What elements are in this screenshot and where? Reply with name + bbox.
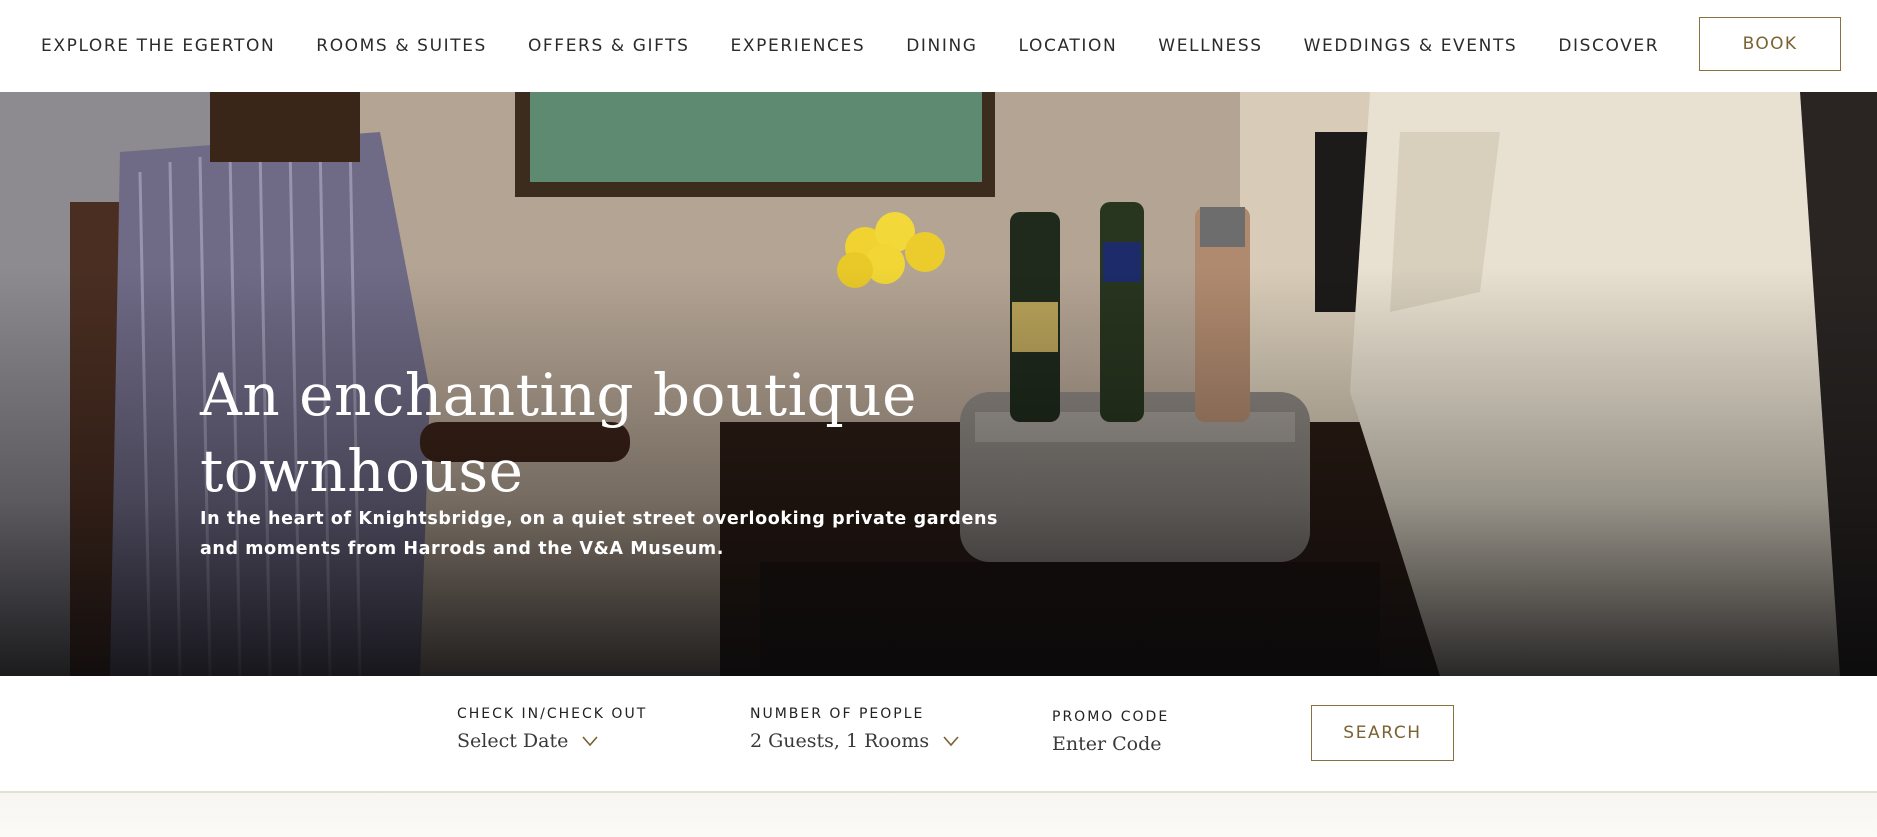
hero-banner: An enchanting boutique townhouse In the … [0, 92, 1877, 676]
chevron-down-icon[interactable] [582, 735, 598, 747]
checkin-checkout-label: CHECK IN/CHECK OUT [457, 706, 648, 722]
nav-item-dining[interactable]: DINING [906, 36, 977, 56]
nav-item-wellness[interactable]: WELLNESS [1158, 36, 1262, 56]
booking-bar: CHECK IN/CHECK OUT Select Date NUMBER OF… [0, 676, 1877, 793]
nav-item-offers-gifts[interactable]: OFFERS & GIFTS [528, 36, 690, 56]
nav-menu: EXPLORE THE EGERTON ROOMS & SUITES OFFER… [41, 36, 1700, 56]
checkin-checkout-value: Select Date [457, 730, 569, 752]
promo-code-label: PROMO CODE [1052, 709, 1170, 725]
hero-subtitle: In the heart of Knightsbridge, on a quie… [200, 509, 999, 559]
hero-title: An enchanting boutique townhouse [200, 361, 917, 505]
nav-item-experiences[interactable]: EXPERIENCES [731, 36, 866, 56]
main-navigation: EXPLORE THE EGERTON ROOMS & SUITES OFFER… [0, 0, 1877, 92]
number-of-people-value: 2 Guests, 1 Rooms [750, 730, 930, 752]
book-button[interactable]: BOOK [1699, 17, 1841, 71]
checkin-checkout-field[interactable]: CHECK IN/CHECK OUT Select Date [457, 706, 647, 752]
nav-item-location[interactable]: LOCATION [1019, 36, 1118, 56]
next-section-preview [0, 793, 1877, 837]
nav-item-weddings-events[interactable]: WEDDINGS & EVENTS [1304, 36, 1518, 56]
number-of-people-label: NUMBER OF PEOPLE [750, 706, 925, 722]
chevron-down-icon[interactable] [943, 735, 959, 747]
search-button[interactable]: SEARCH [1311, 705, 1454, 761]
nav-item-discover[interactable]: DISCOVER [1558, 36, 1659, 56]
number-of-people-select[interactable]: 2 Guests, 1 Rooms [750, 730, 959, 752]
nav-item-rooms-suites[interactable]: ROOMS & SUITES [316, 36, 487, 56]
checkin-checkout-select[interactable]: Select Date [457, 730, 647, 752]
number-of-people-field[interactable]: NUMBER OF PEOPLE 2 Guests, 1 Rooms [750, 706, 959, 752]
nav-item-explore[interactable]: EXPLORE THE EGERTON [41, 36, 275, 56]
promo-code-field[interactable]: PROMO CODE Enter Code [1052, 709, 1169, 755]
promo-code-input[interactable]: Enter Code [1052, 733, 1169, 755]
